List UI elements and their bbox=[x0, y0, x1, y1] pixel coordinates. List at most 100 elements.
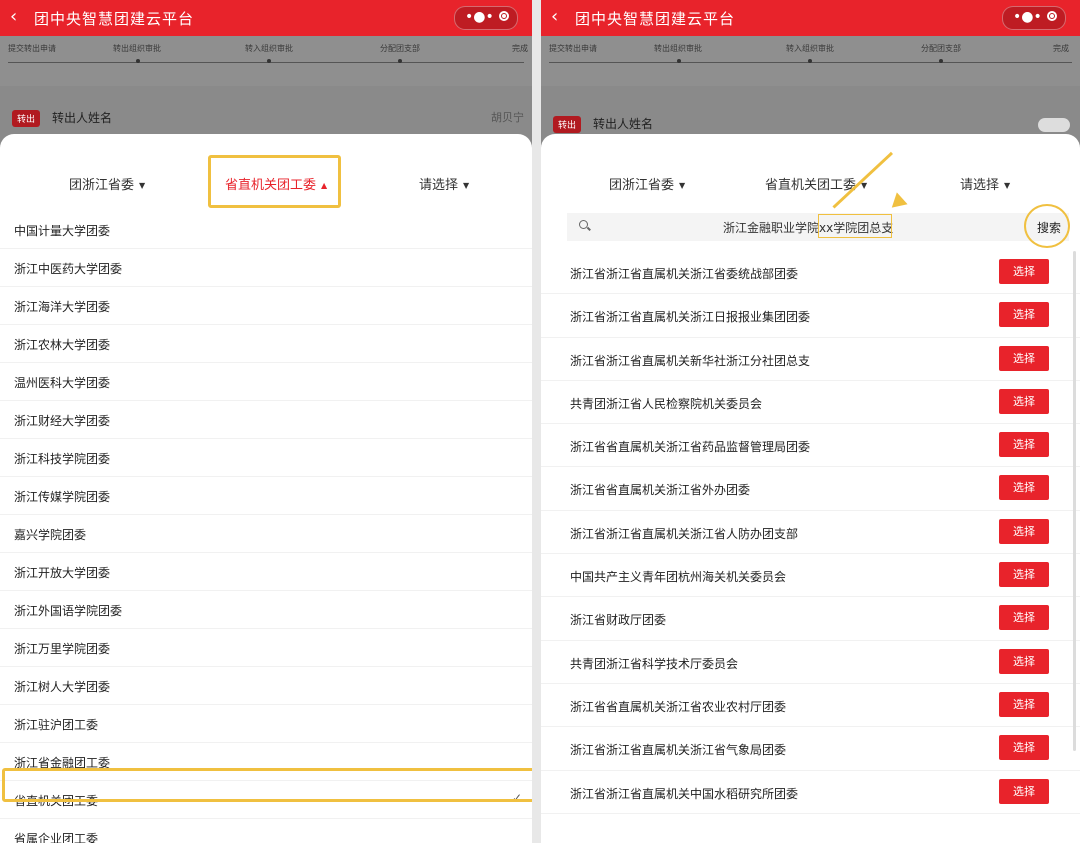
list-item[interactable]: 浙江中医药大学团委 bbox=[0, 249, 532, 287]
item-label: 浙江省浙江省直属机关浙江省委统战部团委 bbox=[570, 267, 799, 281]
list-item[interactable]: 浙江海洋大学团委 bbox=[0, 287, 532, 325]
close-icon[interactable] bbox=[1047, 11, 1057, 21]
step-label: 完成 bbox=[512, 44, 528, 53]
select-button[interactable]: 选择 bbox=[999, 691, 1049, 717]
item-label: 浙江外国语学院团委 bbox=[14, 604, 123, 618]
item-label: 共青团浙江省人民检察院机关委员会 bbox=[570, 396, 763, 411]
step-line bbox=[8, 62, 524, 63]
step-dot bbox=[136, 59, 140, 63]
item-label: 浙江省浙江省直属机关新华社浙江分社团总支 bbox=[570, 353, 811, 368]
list-item[interactable]: 浙江财经大学团委 bbox=[0, 401, 532, 439]
list-item[interactable]: 浙江科技学院团委 bbox=[0, 439, 532, 477]
list-item[interactable]: 浙江万里学院团委 bbox=[0, 629, 532, 667]
list-item[interactable]: 浙江农林大学团委 bbox=[0, 325, 532, 363]
list-item[interactable]: 温州医科大学团委 bbox=[0, 363, 532, 401]
step-dot bbox=[808, 59, 812, 63]
select-button[interactable]: 选择 bbox=[999, 605, 1049, 631]
select-button[interactable]: 选择 bbox=[999, 518, 1049, 544]
step-label: 转入组织审批 bbox=[245, 44, 293, 53]
select-button[interactable]: 选择 bbox=[999, 648, 1049, 674]
list-item[interactable]: 浙江树人大学团委 bbox=[0, 667, 532, 705]
item-label: 浙江省财政厅团委 bbox=[570, 613, 667, 628]
more-icon[interactable]: •●• bbox=[1013, 8, 1042, 26]
list-item[interactable]: 浙江传媒学院团委 bbox=[0, 477, 532, 515]
list-item[interactable]: 浙江外国语学院团委 bbox=[0, 591, 532, 629]
transfer-tag: 转出 bbox=[553, 116, 582, 133]
more-icon[interactable]: •●• bbox=[465, 8, 494, 26]
mini-program-capsule: •●• bbox=[1002, 6, 1066, 30]
step-dot bbox=[677, 59, 681, 63]
list-item: 共青团浙江省人民检察院机关委员会 选择 bbox=[541, 381, 1080, 425]
filter-unit[interactable]: 请选择 ▼ bbox=[960, 174, 1010, 193]
item-label: 浙江省浙江省直属机关浙江省人防办团支部 bbox=[570, 526, 799, 541]
filter-province[interactable]: 团浙江省委 ▼ bbox=[69, 174, 145, 193]
item-label: 浙江中医药大学团委 bbox=[14, 262, 123, 276]
left-screen: ‹ 团中央智慧团建云平台 •●• 提交转出申请 转出组织审批 转入组织审批 分配… bbox=[0, 0, 532, 843]
list-item[interactable]: 中国计量大学团委 bbox=[0, 211, 532, 249]
org-picker-sheet: 团浙江省委 ▼ 省直机关团工委 ▲ 请选择 ▼ 中国计量大学团委 浙江中医药大学团委 … bbox=[0, 134, 532, 843]
select-button[interactable]: 选择 bbox=[999, 302, 1049, 328]
step-dot bbox=[939, 59, 943, 63]
step-label: 转出组织审批 bbox=[654, 44, 702, 53]
step-label: 转入组织审批 bbox=[786, 44, 834, 53]
list-item: 浙江省浙江省直属机关浙江省气象局团委 选择 bbox=[541, 727, 1080, 771]
back-icon[interactable]: ‹ bbox=[10, 7, 17, 27]
close-icon[interactable] bbox=[499, 11, 509, 21]
list-item: 浙江省浙江省直属机关浙江日报报业集团团委 选择 bbox=[541, 294, 1080, 338]
highlight-box bbox=[208, 155, 341, 208]
chevron-down-icon: ▼ bbox=[679, 181, 686, 190]
transfer-name-row: 转出 转出人姓名 胡贝宁 bbox=[0, 100, 532, 134]
select-button[interactable]: 选择 bbox=[999, 345, 1049, 371]
item-label: 中国计量大学团委 bbox=[14, 224, 111, 238]
list-item[interactable]: 浙江开放大学团委 bbox=[0, 553, 532, 591]
step-label: 转出组织审批 bbox=[113, 44, 161, 53]
step-dot bbox=[267, 59, 271, 63]
step-label: 分配团支部 bbox=[921, 44, 961, 53]
item-label: 浙江传媒学院团委 bbox=[14, 490, 111, 504]
toggle[interactable] bbox=[1038, 118, 1070, 132]
filter-province[interactable]: 团浙江省委 ▼ bbox=[609, 174, 685, 193]
item-label: 共青团浙江省科学技术厅委员会 bbox=[570, 656, 739, 671]
list-item: 浙江省财政厅团委 选择 bbox=[541, 597, 1080, 641]
select-button[interactable]: 选择 bbox=[999, 388, 1049, 414]
scrollbar[interactable] bbox=[1073, 251, 1076, 751]
item-label: 浙江万里学院团委 bbox=[14, 642, 111, 656]
filter-label: 团浙江省委 bbox=[69, 178, 135, 193]
filter-unit[interactable]: 请选择 ▼ bbox=[419, 174, 469, 193]
select-button[interactable]: 选择 bbox=[999, 562, 1049, 588]
step-dot bbox=[398, 59, 402, 63]
list-item: 浙江省浙江省直属机关中国水稻研究所团委 选择 bbox=[541, 771, 1080, 814]
select-button[interactable]: 选择 bbox=[999, 778, 1049, 804]
progress-steps: 提交转出申请 转出组织审批 转入组织审批 分配团支部 完成 bbox=[541, 36, 1080, 86]
org-list: 中国计量大学团委 浙江中医药大学团委 浙江海洋大学团委 浙江农林大学团委 温州医… bbox=[0, 211, 532, 843]
select-button[interactable]: 选择 bbox=[999, 735, 1049, 761]
mini-program-capsule: •●• bbox=[454, 6, 518, 30]
org-picker-sheet: 团浙江省委 ▼ 省直机关团工委 ▼ 请选择 ▼ 浙江金融职业学院xx学院团总支 搜索 … bbox=[541, 134, 1080, 843]
select-button[interactable]: 选择 bbox=[999, 475, 1049, 501]
select-button[interactable]: 选择 bbox=[999, 259, 1049, 284]
item-label: 浙江驻沪团工委 bbox=[14, 718, 99, 732]
filter-label: 请选择 bbox=[960, 178, 1000, 193]
highlight-box bbox=[818, 214, 892, 238]
item-label: 浙江开放大学团委 bbox=[14, 566, 111, 580]
field-value: 胡贝宁 bbox=[491, 111, 524, 124]
step-label: 完成 bbox=[1053, 44, 1069, 53]
list-item: 浙江省省直属机关浙江省农业农村厅团委 选择 bbox=[541, 684, 1080, 728]
field-label: 转出人姓名 bbox=[52, 111, 113, 125]
item-label: 温州医科大学团委 bbox=[14, 376, 111, 390]
progress-steps: 提交转出申请 转出组织审批 转入组织审批 分配团支部 完成 bbox=[0, 36, 532, 86]
chevron-down-icon: ▼ bbox=[463, 181, 470, 190]
list-item: 浙江省浙江省直属机关新华社浙江分社团总支 选择 bbox=[541, 338, 1080, 381]
filter-label: 省直机关团工委 bbox=[765, 178, 857, 193]
search-results: 浙江省浙江省直属机关浙江省委统战部团委 选择 浙江省浙江省直属机关浙江日报报业集团… bbox=[541, 251, 1080, 814]
back-icon[interactable]: ‹ bbox=[551, 7, 558, 27]
search-icon bbox=[579, 220, 588, 229]
item-label: 浙江树人大学团委 bbox=[14, 680, 111, 694]
item-label: 浙江省浙江省直属机关浙江日报报业集团团委 bbox=[570, 310, 811, 325]
list-item[interactable]: 省属企业团工委 bbox=[0, 819, 532, 843]
app-title: 团中央智慧团建云平台 bbox=[34, 10, 195, 28]
select-button[interactable]: 选择 bbox=[999, 432, 1049, 458]
list-item[interactable]: 浙江驻沪团工委 bbox=[0, 705, 532, 743]
list-item[interactable]: 嘉兴学院团委 bbox=[0, 515, 532, 553]
item-label: 中国共产主义青年团杭州海关机关委员会 bbox=[570, 570, 787, 585]
